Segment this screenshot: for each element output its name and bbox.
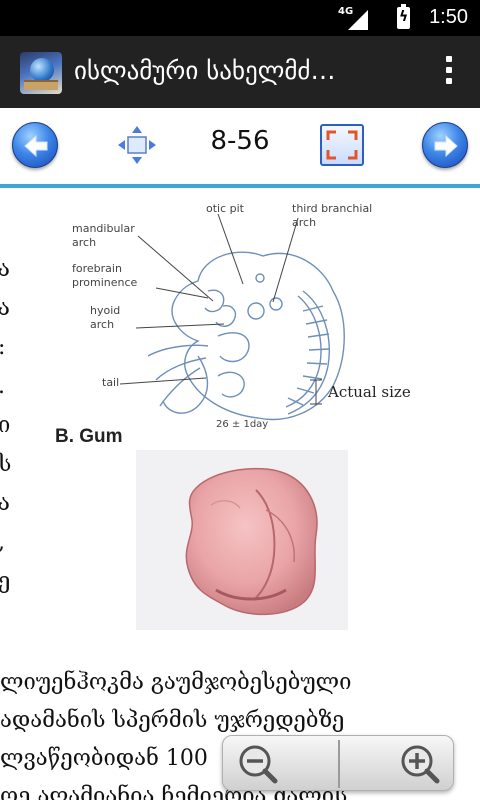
label-hyoid: hyoid (90, 304, 121, 317)
text-line: ლიუენჰოკმა გაუმჯობესებული (0, 670, 352, 695)
text-fragment: , (0, 523, 14, 562)
label-prominence: prominence (72, 276, 138, 289)
document-page[interactable]: ა ა : . ი ს ა , ე (0, 188, 480, 800)
text-fragment: ე (0, 569, 11, 594)
app-title: ისლამური სახელმძ… (74, 56, 336, 85)
cropped-left-column: ა ა : . ი ს ა , ე (0, 250, 14, 601)
status-time: 1:50 (429, 6, 468, 28)
move-arrows-icon[interactable] (116, 124, 158, 166)
text-fragment: ს (0, 452, 12, 477)
page-indicator[interactable]: 8-56 (190, 126, 290, 156)
zoom-out-button[interactable] (235, 742, 279, 786)
app-screen: 4G ϟ 1:50 ისლამური სახელმძ… 8-56 ა ა ი ს… (0, 0, 480, 800)
label-otic-pit: otic pit (206, 202, 244, 215)
zoom-separator (338, 740, 340, 788)
arrow-left-icon (24, 134, 48, 158)
reader-toolbar: 8-56 (0, 108, 480, 188)
zoom-in-button[interactable] (397, 742, 441, 786)
text-fragment: : (0, 328, 14, 367)
label-arch-right: arch (292, 216, 317, 229)
previous-page-button[interactable] (12, 122, 58, 168)
battery-charging-icon: ϟ (397, 4, 410, 29)
fullscreen-button[interactable] (320, 124, 364, 166)
label-age: 26 ± 1day (216, 419, 269, 430)
action-bar: ისლამური სახელმძ… (0, 36, 480, 108)
figure-title-gum: B. Gum (55, 426, 123, 447)
label-forebrain: forebrain (72, 262, 122, 275)
label-third-branchial: third branchial (292, 202, 373, 215)
fullscreen-icon (326, 130, 358, 160)
zoom-in-icon (401, 745, 440, 784)
signal-icon: 4G (338, 6, 368, 30)
label-mandibular: mandibular (72, 222, 135, 235)
arrow-right-icon (434, 134, 458, 158)
label-arch-left: arch (72, 236, 97, 249)
zoom-control (222, 735, 454, 791)
chewed-gum-photo (136, 450, 348, 630)
zoom-out-icon (239, 745, 278, 784)
label-actual-size: Actual size (328, 383, 411, 401)
book-globe-app-icon[interactable] (20, 52, 62, 94)
label-tail: tail (102, 376, 120, 389)
text-fragment: . (0, 367, 14, 406)
status-bar: 4G ϟ 1:50 (0, 0, 480, 36)
text-fragment: ა (0, 296, 10, 321)
label-arch-hyoid: arch (90, 318, 115, 331)
next-page-button[interactable] (422, 122, 468, 168)
overflow-menu-icon[interactable] (444, 56, 454, 90)
text-fragment: ა (0, 257, 10, 282)
embryo-illustration: otic pit third branchial arch mandibular… (48, 196, 438, 436)
text-fragment: ა (0, 491, 10, 516)
text-fragment: ი (0, 413, 11, 438)
